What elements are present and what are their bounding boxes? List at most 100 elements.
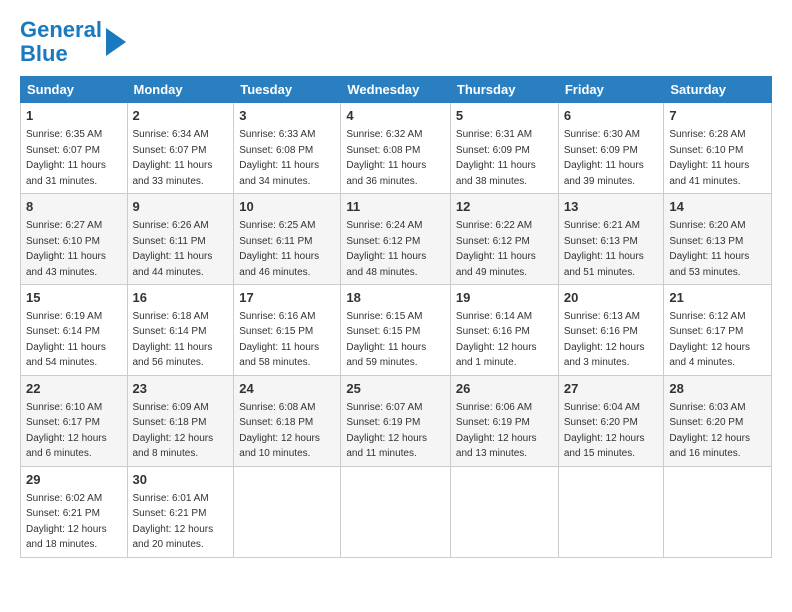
day-number: 17 xyxy=(239,289,335,308)
day-info: Sunrise: 6:35 AMSunset: 6:07 PMDaylight:… xyxy=(26,129,106,187)
calendar-cell: 13Sunrise: 6:21 AMSunset: 6:13 PMDayligh… xyxy=(558,194,664,285)
day-number: 15 xyxy=(26,289,122,308)
day-info: Sunrise: 6:16 AMSunset: 6:15 PMDaylight:… xyxy=(239,311,319,369)
day-number: 18 xyxy=(346,289,445,308)
day-info: Sunrise: 6:30 AMSunset: 6:09 PMDaylight:… xyxy=(564,129,644,187)
day-info: Sunrise: 6:06 AMSunset: 6:19 PMDaylight:… xyxy=(456,402,537,460)
logo-general: General xyxy=(20,17,102,42)
calendar-cell: 28Sunrise: 6:03 AMSunset: 6:20 PMDayligh… xyxy=(664,375,772,466)
calendar: SundayMondayTuesdayWednesdayThursdayFrid… xyxy=(20,76,772,557)
calendar-cell: 30 Sunrise: 6:01 AMSunset: 6:21 PMDayligh… xyxy=(127,466,234,557)
calendar-week-4: 22 Sunrise: 6:10 AMSunset: 6:17 PMDayligh… xyxy=(21,375,772,466)
calendar-cell: 21 Sunrise: 6:12 AMSunset: 6:17 PMDayligh… xyxy=(664,285,772,376)
header-monday: Monday xyxy=(127,77,234,103)
day-number: 24 xyxy=(239,380,335,399)
day-number: 29 xyxy=(26,471,122,490)
calendar-cell: 24 Sunrise: 6:08 AMSunset: 6:18 PMDayligh… xyxy=(234,375,341,466)
calendar-cell: 17 Sunrise: 6:16 AMSunset: 6:15 PMDayligh… xyxy=(234,285,341,376)
calendar-cell: 2 Sunrise: 6:34 AMSunset: 6:07 PMDaylight… xyxy=(127,103,234,194)
day-number: 11 xyxy=(346,198,445,217)
day-info: Sunrise: 6:04 AMSunset: 6:20 PMDaylight:… xyxy=(564,402,645,460)
calendar-cell: 10 Sunrise: 6:25 AMSunset: 6:11 PMDayligh… xyxy=(234,194,341,285)
day-number: 19 xyxy=(456,289,553,308)
logo-arrow-icon xyxy=(106,28,126,56)
day-info: Sunrise: 6:28 AMSunset: 6:10 PMDaylight:… xyxy=(669,129,749,187)
calendar-cell xyxy=(234,466,341,557)
calendar-cell: 18Sunrise: 6:15 AMSunset: 6:15 PMDayligh… xyxy=(341,285,451,376)
day-info: Sunrise: 6:32 AMSunset: 6:08 PMDaylight:… xyxy=(346,129,426,187)
day-number: 10 xyxy=(239,198,335,217)
calendar-week-1: 1Sunrise: 6:35 AMSunset: 6:07 PMDaylight… xyxy=(21,103,772,194)
day-number: 7 xyxy=(669,107,766,126)
calendar-week-3: 15 Sunrise: 6:19 AMSunset: 6:14 PMDayligh… xyxy=(21,285,772,376)
header: General Blue xyxy=(20,18,772,66)
calendar-week-2: 8 Sunrise: 6:27 AMSunset: 6:10 PMDaylight… xyxy=(21,194,772,285)
day-number: 3 xyxy=(239,107,335,126)
day-number: 12 xyxy=(456,198,553,217)
calendar-cell: 14Sunrise: 6:20 AMSunset: 6:13 PMDayligh… xyxy=(664,194,772,285)
calendar-cell: 19 Sunrise: 6:14 AMSunset: 6:16 PMDayligh… xyxy=(450,285,558,376)
day-number: 8 xyxy=(26,198,122,217)
calendar-cell: 15 Sunrise: 6:19 AMSunset: 6:14 PMDayligh… xyxy=(21,285,128,376)
day-number: 26 xyxy=(456,380,553,399)
day-info: Sunrise: 6:18 AMSunset: 6:14 PMDaylight:… xyxy=(133,311,213,369)
calendar-cell xyxy=(450,466,558,557)
calendar-cell: 6 Sunrise: 6:30 AMSunset: 6:09 PMDaylight… xyxy=(558,103,664,194)
calendar-cell: 20Sunrise: 6:13 AMSunset: 6:16 PMDayligh… xyxy=(558,285,664,376)
day-info: Sunrise: 6:26 AMSunset: 6:11 PMDaylight:… xyxy=(133,220,213,278)
header-thursday: Thursday xyxy=(450,77,558,103)
calendar-cell: 29 Sunrise: 6:02 AMSunset: 6:21 PMDayligh… xyxy=(21,466,128,557)
calendar-cell: 16 Sunrise: 6:18 AMSunset: 6:14 PMDayligh… xyxy=(127,285,234,376)
day-info: Sunrise: 6:10 AMSunset: 6:17 PMDaylight:… xyxy=(26,402,107,460)
calendar-cell: 1Sunrise: 6:35 AMSunset: 6:07 PMDaylight… xyxy=(21,103,128,194)
calendar-cell: 3Sunrise: 6:33 AMSunset: 6:08 PMDaylight… xyxy=(234,103,341,194)
day-info: Sunrise: 6:08 AMSunset: 6:18 PMDaylight:… xyxy=(239,402,320,460)
day-info: Sunrise: 6:27 AMSunset: 6:10 PMDaylight:… xyxy=(26,220,106,278)
day-info: Sunrise: 6:34 AMSunset: 6:07 PMDaylight:… xyxy=(133,129,213,187)
page: General Blue SundayMondayTuesdayWednesda… xyxy=(0,0,792,612)
calendar-cell: 22 Sunrise: 6:10 AMSunset: 6:17 PMDayligh… xyxy=(21,375,128,466)
day-number: 25 xyxy=(346,380,445,399)
day-info: Sunrise: 6:25 AMSunset: 6:11 PMDaylight:… xyxy=(239,220,319,278)
calendar-cell: 7 Sunrise: 6:28 AMSunset: 6:10 PMDaylight… xyxy=(664,103,772,194)
day-number: 22 xyxy=(26,380,122,399)
day-number: 16 xyxy=(133,289,229,308)
day-number: 14 xyxy=(669,198,766,217)
day-info: Sunrise: 6:07 AMSunset: 6:19 PMDaylight:… xyxy=(346,402,427,460)
calendar-cell xyxy=(558,466,664,557)
day-number: 13 xyxy=(564,198,659,217)
header-saturday: Saturday xyxy=(664,77,772,103)
day-number: 4 xyxy=(346,107,445,126)
day-info: Sunrise: 6:14 AMSunset: 6:16 PMDaylight:… xyxy=(456,311,537,369)
day-info: Sunrise: 6:12 AMSunset: 6:17 PMDaylight:… xyxy=(669,311,750,369)
day-number: 5 xyxy=(456,107,553,126)
header-wednesday: Wednesday xyxy=(341,77,451,103)
day-number: 28 xyxy=(669,380,766,399)
calendar-cell: 12 Sunrise: 6:22 AMSunset: 6:12 PMDayligh… xyxy=(450,194,558,285)
day-info: Sunrise: 6:31 AMSunset: 6:09 PMDaylight:… xyxy=(456,129,536,187)
calendar-cell: 5 Sunrise: 6:31 AMSunset: 6:09 PMDaylight… xyxy=(450,103,558,194)
day-number: 21 xyxy=(669,289,766,308)
header-tuesday: Tuesday xyxy=(234,77,341,103)
calendar-cell xyxy=(341,466,451,557)
calendar-cell: 26 Sunrise: 6:06 AMSunset: 6:19 PMDayligh… xyxy=(450,375,558,466)
header-sunday: Sunday xyxy=(21,77,128,103)
calendar-cell: 9 Sunrise: 6:26 AMSunset: 6:11 PMDaylight… xyxy=(127,194,234,285)
calendar-cell: 25 Sunrise: 6:07 AMSunset: 6:19 PMDayligh… xyxy=(341,375,451,466)
calendar-cell: 27Sunrise: 6:04 AMSunset: 6:20 PMDayligh… xyxy=(558,375,664,466)
calendar-cell: 8 Sunrise: 6:27 AMSunset: 6:10 PMDaylight… xyxy=(21,194,128,285)
day-info: Sunrise: 6:02 AMSunset: 6:21 PMDaylight:… xyxy=(26,493,107,551)
day-number: 20 xyxy=(564,289,659,308)
day-info: Sunrise: 6:22 AMSunset: 6:12 PMDaylight:… xyxy=(456,220,536,278)
day-number: 2 xyxy=(133,107,229,126)
day-number: 30 xyxy=(133,471,229,490)
calendar-cell: 4 Sunrise: 6:32 AMSunset: 6:08 PMDaylight… xyxy=(341,103,451,194)
logo: General Blue xyxy=(20,18,126,66)
day-info: Sunrise: 6:09 AMSunset: 6:18 PMDaylight:… xyxy=(133,402,214,460)
day-number: 9 xyxy=(133,198,229,217)
day-info: Sunrise: 6:01 AMSunset: 6:21 PMDaylight:… xyxy=(133,493,214,551)
calendar-week-5: 29 Sunrise: 6:02 AMSunset: 6:21 PMDayligh… xyxy=(21,466,772,557)
day-number: 6 xyxy=(564,107,659,126)
logo-blue: Blue xyxy=(20,42,102,66)
day-info: Sunrise: 6:19 AMSunset: 6:14 PMDaylight:… xyxy=(26,311,106,369)
